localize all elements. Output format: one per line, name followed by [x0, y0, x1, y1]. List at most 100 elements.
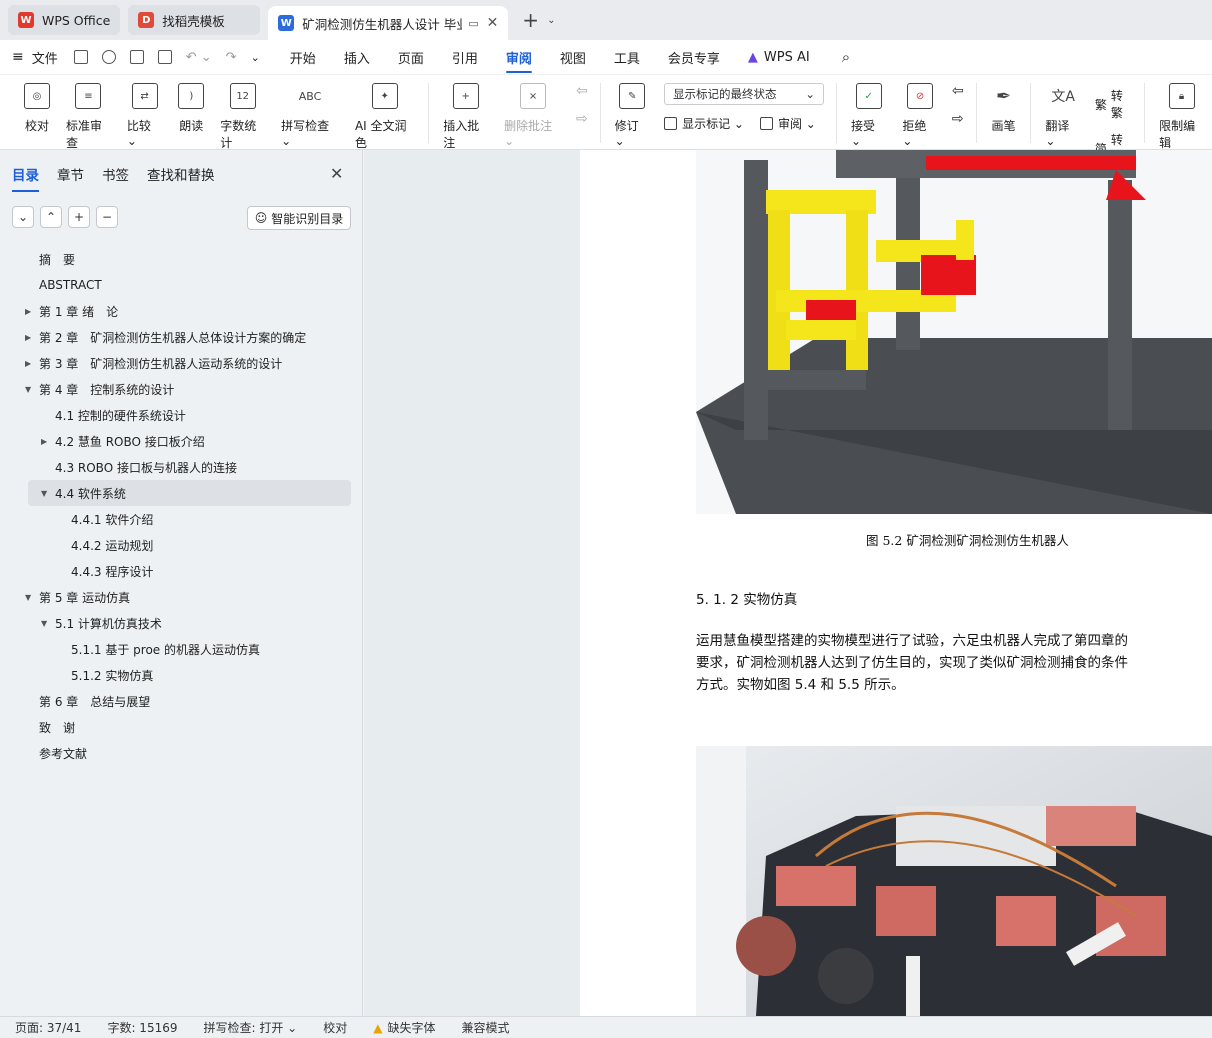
toc-item[interactable]: ▼ 第 5 章 运动仿真 — [0, 584, 363, 610]
next-comment-icon[interactable]: ⇨ — [576, 111, 588, 127]
standard-review-button[interactable]: ≡ 标准审查 — [66, 83, 111, 151]
toc-item[interactable]: ▼ 5.1 计算机仿真技术 — [0, 610, 363, 636]
reject-label: 拒绝 ⌄ — [902, 119, 927, 148]
translate-button[interactable]: 文A 翻译 ⌄ — [1045, 83, 1080, 148]
menu-home[interactable]: 开始 — [290, 48, 316, 67]
proofread-indicator[interactable]: 校对 — [323, 1019, 347, 1036]
redo-icon[interactable]: ↷ — [226, 50, 237, 65]
change-nav-group: ⇦ ⇨ — [952, 83, 964, 127]
collapse-up-icon[interactable]: ⌃ — [40, 206, 62, 228]
read-aloud-button[interactable]: ) 朗读 — [178, 83, 205, 134]
proofread-button[interactable]: ◎ 校对 — [24, 83, 50, 134]
expand-right-icon[interactable]: ▶ — [25, 307, 31, 316]
toc-item[interactable]: 摘 要 — [0, 246, 363, 272]
menu-page[interactable]: 页面 — [398, 48, 424, 67]
reject-button[interactable]: ⊘ 拒绝 ⌄ — [902, 83, 937, 148]
word-count-button[interactable]: 12 字数统计 — [220, 83, 265, 151]
menu-bar: ≡ 文件 ↶ ⌄ ↷ ⌄ 开始 插入 页面 引用 审阅 视图 工具 会员专享 ▲… — [0, 40, 1212, 74]
to-traditional-button[interactable]: 繁 转繁 — [1095, 87, 1132, 121]
new-tab-icon[interactable]: + — [522, 8, 539, 32]
toc-item-label: 4.4.2 运动规划 — [71, 538, 154, 553]
toc-item[interactable]: 参考文献 — [0, 740, 363, 766]
toc-item-label: 第 6 章 总结与展望 — [39, 694, 151, 709]
toc-item[interactable]: 5.1.2 实物仿真 — [0, 662, 363, 688]
tab-docer-templates[interactable]: D 找稻壳模板 — [128, 5, 261, 35]
toc-item[interactable]: ▶ 第 3 章 矿洞检测仿生机器人运动系统的设计 — [0, 350, 363, 376]
tab-bookmarks[interactable]: 书签 — [102, 164, 129, 192]
expand-down-icon[interactable]: ▼ — [41, 619, 47, 628]
tab-wps-office[interactable]: W WPS Office — [8, 5, 121, 35]
smart-toc-button[interactable]: ☺ 智能识别目录 — [247, 206, 351, 230]
toc-item[interactable]: 4.4.2 运动规划 — [0, 532, 363, 558]
markup-state-dropdown[interactable]: 显示标记的最终状态 ⌄ — [664, 83, 825, 105]
toc-item[interactable]: ▶ 第 2 章 矿洞检测仿生机器人总体设计方案的确定 — [0, 324, 363, 350]
share-icon[interactable] — [101, 50, 116, 64]
more-chevron-icon[interactable]: ⌄ — [251, 51, 260, 64]
tab-sections[interactable]: 章节 — [57, 164, 84, 192]
menu-insert[interactable]: 插入 — [344, 48, 370, 67]
tab-toc[interactable]: 目录 — [12, 164, 39, 192]
expand-down-icon[interactable]: ▼ — [25, 593, 31, 602]
search-icon[interactable]: ⌕ — [842, 48, 850, 66]
toc-item[interactable]: ▶ 第 1 章 绪 论 — [0, 298, 363, 324]
show-markup-button[interactable]: 显示标记 ⌄ — [664, 115, 744, 132]
undo-icon[interactable]: ↶ ⌄ — [186, 50, 212, 65]
revise-button[interactable]: ✎ 修订 ⌄ — [615, 83, 650, 148]
spell-check-button[interactable]: ABC 拼写检查 ⌄ — [281, 83, 339, 149]
expand-down-icon[interactable]: ▼ — [41, 489, 47, 498]
menu-wps-ai[interactable]: WPS AI — [764, 50, 810, 65]
menu-tools[interactable]: 工具 — [614, 48, 640, 67]
expand-right-icon[interactable]: ▶ — [25, 333, 31, 342]
menu-member[interactable]: 会员专享 — [668, 48, 720, 67]
toc-item[interactable]: 4.4.1 软件介绍 — [0, 506, 363, 532]
monitor-icon[interactable]: ▭ — [468, 17, 478, 30]
toc-item[interactable]: 4.1 控制的硬件系统设计 — [0, 402, 363, 428]
missing-font-indicator[interactable]: ▲ 缺失字体 — [373, 1019, 435, 1036]
delete-comment-button[interactable]: × 删除批注 ⌄ — [504, 83, 562, 148]
print-preview-icon[interactable] — [157, 50, 172, 64]
toc-item[interactable]: ▼ 4.4 软件系统 — [28, 480, 351, 506]
ai-polish-button[interactable]: ✦ AI 全文润色 — [355, 83, 414, 151]
prev-comment-icon[interactable]: ⇦ — [576, 83, 588, 99]
document-check-icon: ≡ — [75, 83, 102, 109]
toc-item[interactable]: 致 谢 — [0, 714, 363, 740]
add-icon[interactable]: + — [68, 206, 90, 228]
pen-label: 画笔 — [991, 119, 1016, 133]
save-icon[interactable] — [73, 50, 88, 64]
menu-view[interactable]: 视图 — [560, 48, 586, 67]
toc-item[interactable]: 第 6 章 总结与展望 — [0, 688, 363, 714]
compare-button[interactable]: ⇄ 比较 ⌄ — [127, 83, 162, 148]
next-change-icon[interactable]: ⇨ — [952, 111, 964, 127]
collapse-down-icon[interactable]: ⌄ — [12, 206, 34, 228]
menu-file[interactable]: 文件 — [32, 48, 58, 67]
pen-button[interactable]: ✒ 画笔 — [990, 83, 1016, 134]
tab-document[interactable]: W 矿洞检测仿生机器人设计 毕业 ▭ ✕ — [268, 6, 509, 40]
close-pane-icon[interactable]: ✕ — [330, 164, 343, 183]
prev-change-icon[interactable]: ⇦ — [952, 83, 964, 99]
insert-comment-button[interactable]: + 插入批注 — [443, 83, 488, 151]
toc-item[interactable]: ▼ 第 4 章 控制系统的设计 — [0, 376, 363, 402]
print-icon[interactable] — [129, 50, 144, 64]
toc-item[interactable]: 5.1.1 基于 proe 的机器人运动仿真 — [0, 636, 363, 662]
toc-item[interactable]: ABSTRACT — [0, 272, 363, 298]
word-count-indicator[interactable]: 字数: 15169 — [107, 1019, 177, 1036]
menu-review[interactable]: 审阅 — [505, 48, 532, 73]
chevron-down-icon[interactable]: ⌄ — [547, 15, 555, 26]
toc-item[interactable]: 4.4.3 程序设计 — [0, 558, 363, 584]
expand-down-icon[interactable]: ▼ — [25, 385, 31, 394]
close-icon[interactable]: ✕ — [487, 15, 499, 31]
toc-item[interactable]: ▶ 4.2 慧鱼 ROBO 接口板介绍 — [0, 428, 363, 454]
toc-item-label: 第 1 章 绪 论 — [39, 304, 119, 319]
spell-check-indicator[interactable]: 拼写检查: 打开 ⌄ — [204, 1019, 298, 1036]
expand-right-icon[interactable]: ▶ — [25, 359, 31, 368]
hamburger-icon[interactable]: ≡ — [12, 49, 24, 65]
tab-find-replace[interactable]: 查找和替换 — [147, 164, 215, 192]
review-pane-button[interactable]: 审阅 ⌄ — [759, 115, 816, 132]
restrict-edit-button[interactable]: 🔒︎ 限制编辑 — [1159, 83, 1204, 151]
expand-right-icon[interactable]: ▶ — [41, 437, 47, 446]
accept-button[interactable]: ✓ 接受 ⌄ — [851, 83, 886, 148]
page-indicator[interactable]: 页面: 37/41 — [15, 1019, 81, 1036]
menu-references[interactable]: 引用 — [452, 48, 478, 67]
remove-icon[interactable]: − — [96, 206, 118, 228]
toc-item[interactable]: 4.3 ROBO 接口板与机器人的连接 — [0, 454, 363, 480]
